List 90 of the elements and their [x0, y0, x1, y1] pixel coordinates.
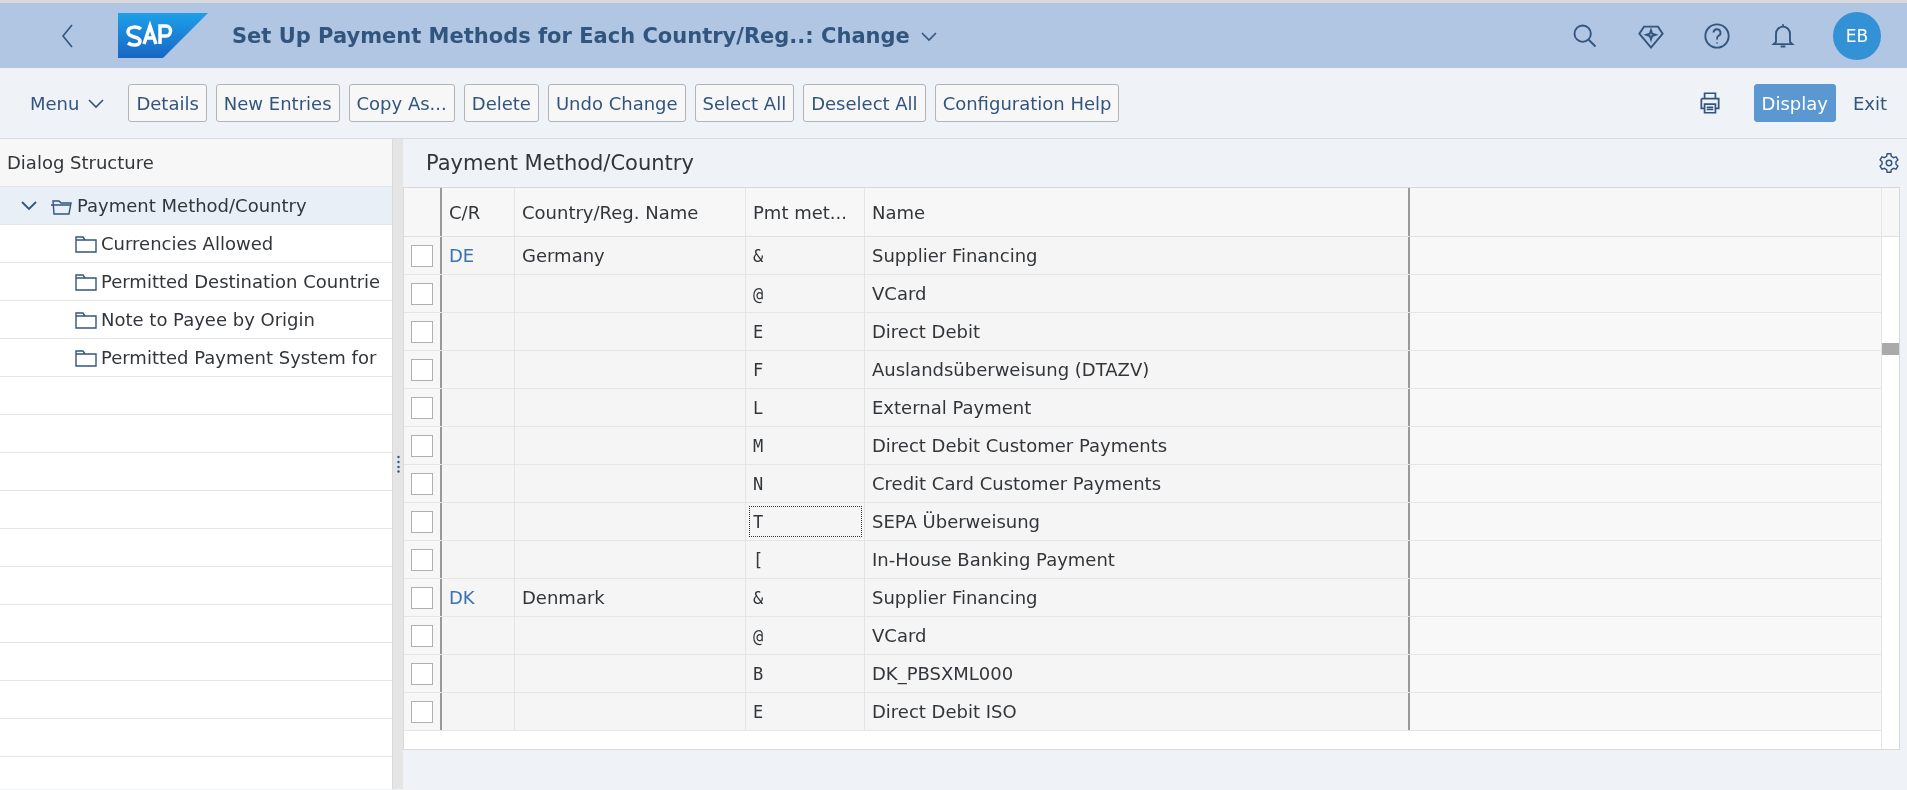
row-selector-cell[interactable]	[404, 541, 442, 578]
tree-item-label: Permitted Payment System for	[101, 347, 377, 368]
toolbar-button[interactable]: Deselect All	[803, 84, 926, 122]
row-selector-cell[interactable]	[404, 579, 442, 616]
row-selector-cell[interactable]	[404, 617, 442, 654]
folder-icon	[74, 271, 98, 292]
payment-method-cell: L	[746, 389, 865, 426]
row-checkbox[interactable]	[411, 282, 433, 305]
row-checkbox[interactable]	[411, 320, 433, 343]
row-checkbox[interactable]	[411, 244, 433, 267]
tree-item[interactable]: Permitted Destination Countrie	[0, 263, 392, 301]
row-checkbox[interactable]	[411, 358, 433, 381]
tree-item-label: Note to Payee by Origin	[101, 309, 315, 330]
panel-title: Dialog Structure	[7, 152, 154, 173]
folder-icon	[74, 309, 98, 330]
toolbar-button[interactable]: Details	[128, 84, 207, 122]
table-cell: VCard	[865, 617, 1410, 654]
row-selector-cell[interactable]	[404, 465, 442, 502]
row-checkbox[interactable]	[411, 624, 433, 647]
menu-button[interactable]: Menu	[20, 92, 116, 114]
table-cell: Credit Card Customer Payments	[865, 465, 1410, 502]
row-checkbox[interactable]	[411, 700, 433, 723]
payment-method-cell: N	[746, 465, 865, 502]
tree-item-label: Currencies Allowed	[101, 233, 274, 254]
row-checkbox[interactable]	[411, 510, 433, 533]
row-checkbox[interactable]	[411, 396, 433, 419]
notification-bell-icon[interactable]	[1769, 21, 1797, 50]
row-selector-cell[interactable]	[404, 313, 442, 350]
app-title[interactable]: Set Up Payment Methods for Each Country/Reg..: Change	[232, 23, 910, 48]
table-cell: Denmark	[515, 579, 746, 616]
payment-method-cell: E	[746, 693, 865, 730]
tree-item[interactable]: Note to Payee by Origin	[0, 301, 392, 339]
row-selector-cell[interactable]	[404, 693, 442, 730]
tree-item-label: Permitted Destination Countrie	[101, 271, 381, 292]
row-checkbox[interactable]	[411, 548, 433, 571]
payment-method-cell: B	[746, 655, 865, 692]
table-cell: Direct Debit ISO	[865, 693, 1410, 730]
table-cell: Direct Debit	[865, 313, 1410, 350]
toolbar-button[interactable]: Select All	[694, 84, 795, 122]
collapse-caret-icon[interactable]	[20, 199, 38, 212]
row-selector-cell[interactable]	[404, 427, 442, 464]
table-cell: VCard	[865, 275, 1410, 312]
toolbar-button[interactable]: New Entries	[215, 84, 340, 122]
payment-method-cell: E	[746, 313, 865, 350]
tree-item[interactable]: Payment Method/Country	[0, 187, 392, 225]
table-cell: Germany	[515, 237, 746, 274]
table-cell: DK_PBSXML000	[865, 655, 1410, 692]
table-cell: In-House Banking Payment	[865, 541, 1410, 578]
table-cell: Direct Debit Customer Payments	[865, 427, 1410, 464]
tree-item[interactable]: Currencies Allowed	[0, 225, 392, 263]
table-cell: Supplier Financing	[865, 579, 1410, 616]
payment-method-cell: T	[746, 503, 865, 540]
toolbar-button[interactable]: Delete	[463, 84, 539, 122]
tree-item-label: Payment Method/Country	[77, 195, 307, 216]
folder-icon	[74, 347, 98, 368]
row-checkbox[interactable]	[411, 472, 433, 495]
table-cell: Auslandsüberweisung (DTAZV)	[865, 351, 1410, 388]
caret-icon[interactable]	[919, 29, 938, 42]
row-selector-cell[interactable]	[404, 389, 442, 426]
exit-button[interactable]: Exit	[1844, 92, 1895, 114]
logo-icon	[118, 13, 208, 58]
row-selector-cell[interactable]	[404, 275, 442, 312]
table-cell: SEPA Überweisung	[865, 503, 1410, 540]
row-selector-cell[interactable]	[404, 655, 442, 692]
row-checkbox[interactable]	[411, 662, 433, 685]
payment-method-cell: &	[746, 237, 865, 274]
row-selector-cell[interactable]	[404, 503, 442, 540]
folder-icon	[74, 233, 98, 254]
row-selector-cell[interactable]	[404, 351, 442, 388]
table-cell: External Payment	[865, 389, 1410, 426]
tree-item[interactable]: Permitted Payment System for	[0, 339, 392, 377]
toolbar-button[interactable]: Configuration Help	[934, 84, 1120, 122]
scrollbar[interactable]	[1881, 188, 1899, 749]
row-selector-cell[interactable]	[404, 237, 442, 274]
toolbar-button[interactable]: Undo Change	[547, 84, 686, 122]
payment-method-cell: @	[746, 275, 865, 312]
help-icon[interactable]	[1703, 21, 1731, 50]
table-cell: Supplier Financing	[865, 237, 1410, 274]
caret-icon	[87, 97, 106, 109]
payment-method-cell: M	[746, 427, 865, 464]
splitter-handle-icon[interactable]	[396, 455, 400, 473]
row-checkbox[interactable]	[411, 434, 433, 457]
toolbar-button[interactable]: Copy As...	[348, 84, 455, 122]
payment-method-cell: F	[746, 351, 865, 388]
payment-method-cell: @	[746, 617, 865, 654]
settings-icon[interactable]	[1878, 152, 1900, 174]
payment-method-cell: &	[746, 579, 865, 616]
payment-method-cell: [	[746, 541, 865, 578]
table-title: Payment Method/Country	[426, 151, 694, 175]
row-checkbox[interactable]	[411, 586, 433, 609]
